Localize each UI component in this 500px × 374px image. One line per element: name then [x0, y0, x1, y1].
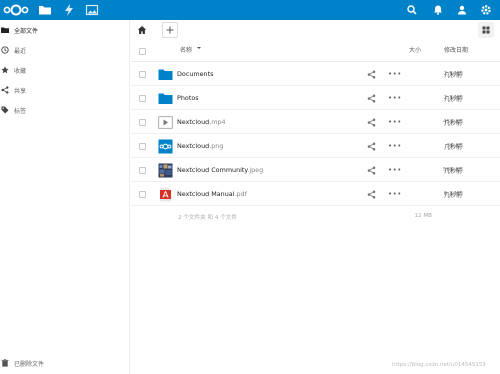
trash-icon [1, 359, 9, 367]
more-actions-icon[interactable]: ••• [388, 94, 402, 102]
file-modified: 几秒前 [444, 72, 463, 79]
total-size: 12 MB [414, 213, 432, 219]
share-icon[interactable] [367, 166, 376, 175]
file-name[interactable]: Nextcloud.mp4 [177, 118, 226, 126]
share-icon[interactable] [367, 142, 376, 151]
more-actions-icon[interactable]: ••• [388, 190, 402, 198]
navigation-sidebar: 全部文件 最近 收藏 共享 标签 [0, 20, 130, 374]
sidebar-item-deleted-files[interactable]: 已删除文件 [0, 356, 130, 370]
sidebar-item-label: 收藏 [14, 67, 27, 75]
image-thumbnail-icon [158, 139, 173, 154]
sidebar-item-label: 共享 [14, 87, 27, 95]
sidebar-item-tags[interactable]: 标签 [0, 100, 130, 120]
row-checkbox[interactable] [139, 95, 146, 102]
file-name[interactable]: Nextcloud Community.jpeg [177, 166, 263, 174]
share-icon[interactable] [367, 94, 376, 103]
sidebar-item-all-files[interactable]: 全部文件 [0, 20, 130, 40]
clock-icon [1, 46, 9, 54]
files-icon[interactable] [37, 2, 53, 18]
home-icon[interactable] [137, 25, 147, 35]
more-actions-icon[interactable]: ••• [388, 166, 402, 174]
file-modified: 几秒前 [444, 144, 463, 151]
more-actions-icon[interactable]: ••• [388, 142, 402, 150]
share-icon [1, 86, 9, 94]
file-row[interactable]: Nextcloud Community.jpeg ••• 585 KB 几秒前 [131, 159, 500, 182]
file-name[interactable]: Nextcloud.png [177, 142, 223, 150]
share-icon[interactable] [367, 118, 376, 127]
activity-icon[interactable] [61, 2, 77, 18]
file-row[interactable]: Documents ••• 2.5 MB 几秒前 [131, 63, 500, 86]
row-checkbox[interactable] [139, 143, 146, 150]
video-file-icon [158, 116, 173, 129]
settings-icon[interactable] [478, 2, 494, 18]
photo-thumbnail-icon [158, 163, 173, 178]
folder-icon [158, 69, 173, 80]
row-checkbox[interactable] [139, 191, 146, 198]
notifications-icon[interactable] [430, 2, 446, 18]
row-checkbox[interactable] [139, 167, 146, 174]
file-modified: 几秒前 [444, 192, 463, 199]
sidebar-item-label: 标签 [14, 107, 27, 115]
tag-icon [1, 106, 9, 114]
folder-icon [158, 93, 173, 104]
search-icon[interactable] [404, 2, 420, 18]
file-row[interactable]: Nextcloud.png ••• 36 KB 几秒前 [131, 135, 500, 158]
file-modified: 几秒前 [444, 96, 463, 103]
sidebar-item-label: 已删除文件 [14, 360, 45, 368]
new-file-button[interactable] [162, 22, 178, 38]
nextcloud-logo[interactable] [3, 3, 29, 17]
gallery-icon[interactable] [84, 2, 100, 18]
sidebar-item-label: 最近 [14, 47, 27, 55]
file-name[interactable]: Photos [177, 94, 199, 102]
share-icon[interactable] [367, 70, 376, 79]
file-name[interactable]: Nextcloud Manual.pdf [177, 190, 247, 198]
file-modified: 几秒前 [444, 120, 463, 127]
sort-indicator-icon [197, 47, 201, 49]
more-actions-icon[interactable]: ••• [388, 118, 402, 126]
share-icon[interactable] [367, 190, 376, 199]
top-header [0, 0, 500, 20]
more-actions-icon[interactable]: ••• [388, 70, 402, 78]
watermark-text: https://blog.csdn.net/u014545153 [392, 362, 486, 368]
plus-icon [166, 26, 174, 34]
file-name[interactable]: Documents [177, 70, 213, 78]
column-header-size[interactable]: 大小 [409, 45, 421, 54]
column-header-modified[interactable]: 修改日期 [444, 45, 468, 54]
contacts-icon[interactable] [454, 2, 470, 18]
sidebar-item-recent[interactable]: 最近 [0, 40, 130, 60]
sidebar-item-label: 全部文件 [14, 27, 39, 35]
file-summary: 2 个文件夹 和 4 个文件 [178, 215, 237, 221]
column-header-name[interactable]: 名称 [180, 45, 192, 54]
row-checkbox[interactable] [139, 119, 146, 126]
select-all-checkbox[interactable] [139, 48, 146, 55]
file-row[interactable]: Nextcloud Manual.pdf ••• 6.2 MB 几秒前 [131, 183, 500, 206]
grid-view-toggle[interactable] [478, 22, 494, 38]
file-modified: 几秒前 [444, 168, 463, 175]
star-icon [1, 66, 9, 74]
sidebar-item-shares[interactable]: 共享 [0, 80, 130, 100]
file-row[interactable]: Photos ••• 2.3 MB 几秒前 [131, 87, 500, 110]
grid-icon [482, 26, 490, 34]
row-checkbox[interactable] [139, 71, 146, 78]
sidebar-item-favorites[interactable]: 收藏 [0, 60, 130, 80]
folder-icon [1, 26, 9, 34]
pdf-file-icon [160, 187, 171, 202]
file-row[interactable]: Nextcloud.mp4 ••• 452 KB 几秒前 [131, 111, 500, 134]
